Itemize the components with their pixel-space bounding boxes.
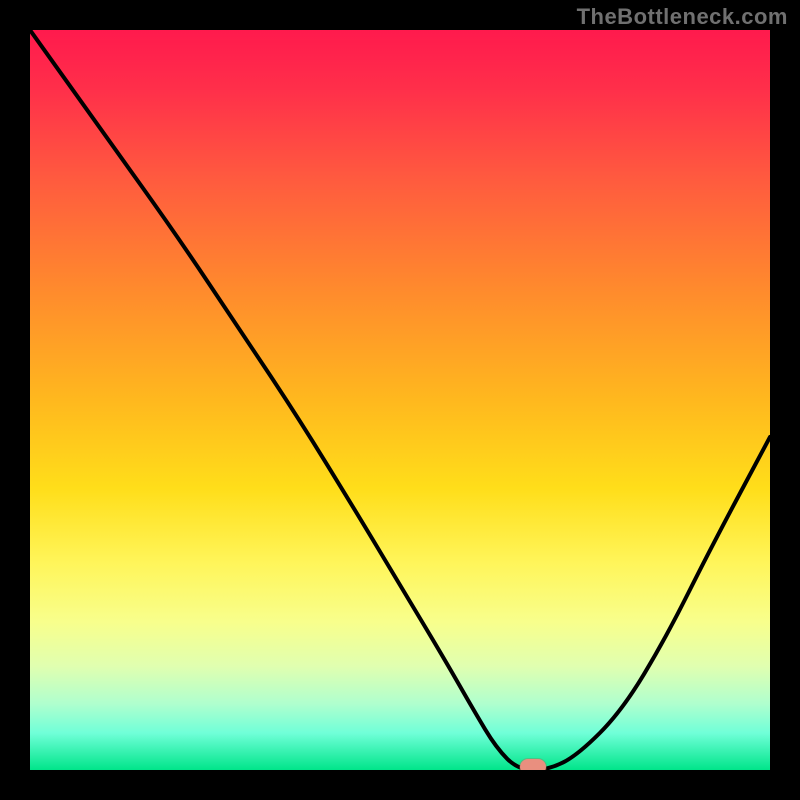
bottleneck-curve: [30, 30, 770, 770]
optimal-point-marker: [520, 759, 546, 770]
watermark-text: TheBottleneck.com: [577, 4, 788, 30]
plot-area: [30, 30, 770, 770]
chart-frame: TheBottleneck.com: [0, 0, 800, 800]
